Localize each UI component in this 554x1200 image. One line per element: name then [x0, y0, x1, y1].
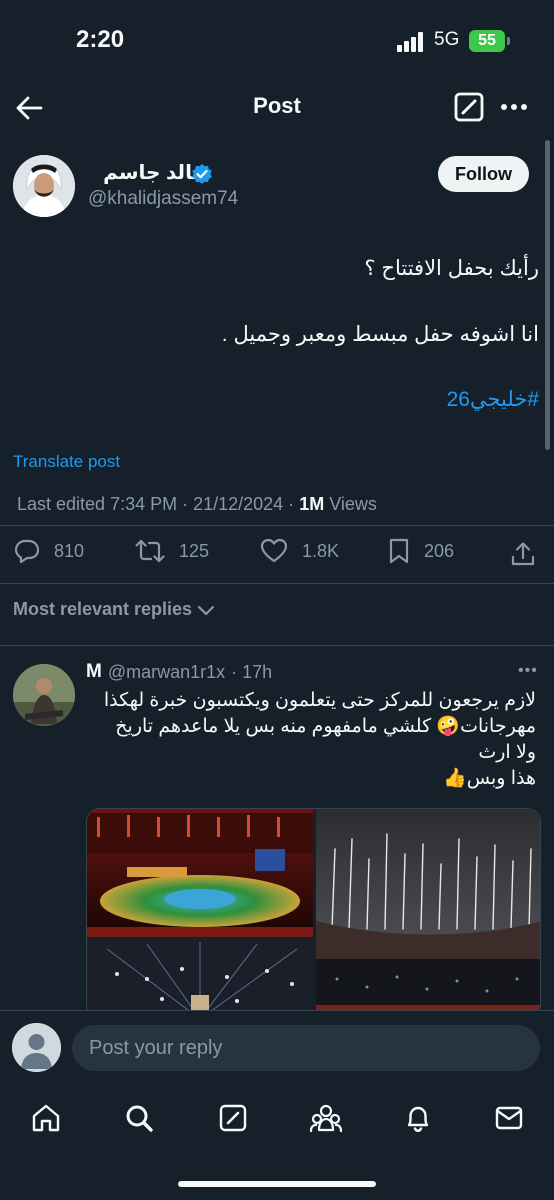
home-icon[interactable]	[29, 1101, 63, 1135]
verified-badge-icon	[191, 163, 213, 185]
more-options-icon[interactable]	[498, 92, 530, 122]
like-action-button[interactable]: 1.8K	[260, 538, 339, 564]
post-hashtag[interactable]: #خليجي26	[447, 387, 539, 412]
views-count: 1M	[299, 494, 325, 514]
media-photos	[87, 809, 540, 1017]
heart-icon	[260, 538, 288, 564]
bookmark-count: 206	[424, 540, 455, 561]
author-handle[interactable]: @khalidjassem74	[88, 188, 238, 210]
battery-tip	[507, 37, 510, 45]
chevron-down-icon	[196, 603, 216, 617]
repost-icon	[135, 538, 165, 564]
notifications-icon[interactable]	[401, 1101, 435, 1135]
like-count: 1.8K	[302, 540, 340, 561]
status-time: 2:20	[76, 26, 125, 53]
reply-author-name[interactable]: M	[86, 661, 102, 683]
post-meta: Last edited 7:34 PM · 21/12/2024 · 1M Vi…	[17, 494, 377, 515]
author-avatar[interactable]	[13, 155, 75, 217]
reply-text-line: ولا ارث	[478, 742, 536, 763]
reply-count: 810	[54, 540, 85, 561]
bookmark-action-button[interactable]: 206	[388, 538, 454, 564]
repost-count: 125	[179, 540, 210, 561]
media-photo-3	[316, 809, 540, 1017]
scrollbar[interactable]	[545, 140, 550, 450]
grok-tab-icon[interactable]	[216, 1101, 250, 1135]
replies-sort-label: Most relevant replies	[13, 599, 193, 619]
reply-input[interactable]	[72, 1025, 540, 1071]
reply-media-grid[interactable]	[86, 808, 541, 1018]
media-photo-2	[87, 940, 313, 1017]
divider	[0, 525, 554, 526]
messages-icon[interactable]	[492, 1101, 526, 1135]
battery-icon: 55	[469, 30, 505, 52]
post-text-line-2: انا اشوفه حفل مبسط ومعبر وجميل .	[221, 323, 539, 346]
reply-action-button[interactable]: 810	[14, 538, 84, 564]
share-icon[interactable]	[509, 540, 537, 568]
replies-sort-dropdown[interactable]: Most relevant replies	[13, 599, 216, 620]
communities-icon[interactable]	[308, 1101, 344, 1135]
divider	[0, 583, 554, 584]
reply-header: M @marwan1r1x · 17h	[86, 661, 272, 683]
home-indicator	[178, 1181, 376, 1187]
reply-more-icon[interactable]: •••	[518, 662, 538, 680]
search-icon[interactable]	[122, 1101, 156, 1135]
divider	[0, 645, 554, 646]
reply-icon	[14, 538, 40, 564]
reply-author-handle[interactable]: @marwan1r1x	[108, 662, 225, 683]
current-user-avatar[interactable]	[12, 1023, 61, 1072]
signal-icon	[397, 32, 423, 52]
post-text-line-1: رأيك بحفل الافتتاح ؟	[364, 257, 539, 280]
network-label: 5G	[434, 29, 460, 50]
reply-text-line: مهرجانات🤪 كلشي مامفهوم منه بس يلا ماعدهم…	[115, 716, 536, 737]
translate-post-link[interactable]: Translate post	[13, 452, 120, 472]
reply-text-line: لازم يرجعون للمركز حتى يتعلمون ويكتسبون …	[103, 690, 536, 711]
repost-action-button[interactable]: 125	[135, 538, 209, 564]
post-edited-time[interactable]: Last edited 7:34 PM · 21/12/2024 ·	[17, 494, 299, 514]
media-photo-1	[87, 809, 313, 937]
views-label: Views	[324, 494, 377, 514]
grok-icon[interactable]	[453, 91, 485, 123]
reply-author-avatar[interactable]	[13, 664, 75, 726]
follow-button[interactable]: Follow	[438, 156, 529, 192]
status-bar: 2:20 5G 55	[0, 0, 554, 80]
reply-text-line: هذا وبس👍	[443, 768, 536, 789]
reply-text: لازم يرجعون للمركز حتى يتعلمون ويكتسبون …	[86, 688, 536, 792]
reply-time: · 17h	[231, 661, 273, 682]
bookmark-icon	[388, 538, 410, 564]
